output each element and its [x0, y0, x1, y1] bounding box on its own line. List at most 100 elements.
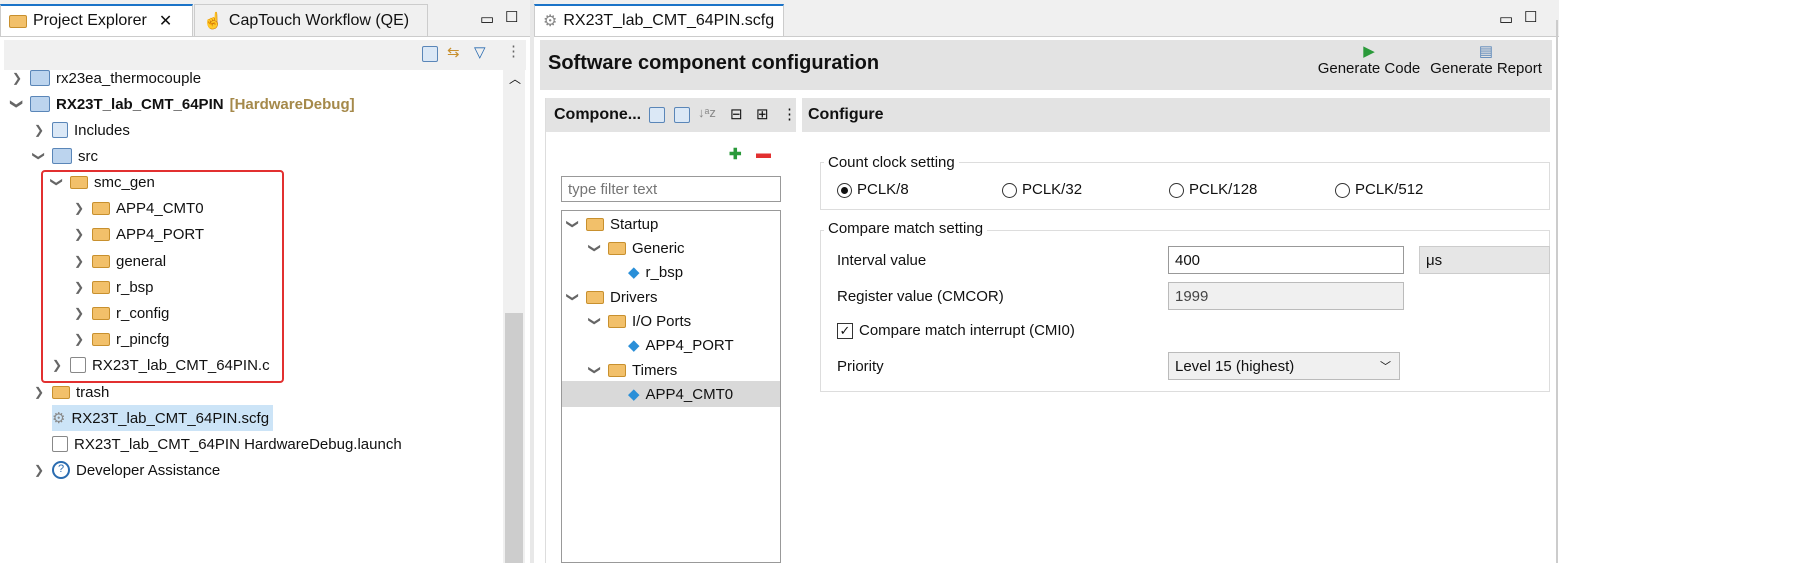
radio-unchecked[interactable] [1335, 182, 1350, 198]
tree-item[interactable]: ❯ r_bsp [72, 274, 154, 300]
chevron-right-icon[interactable]: ❯ [72, 332, 86, 346]
chevron-down-icon[interactable]: ❯ [10, 97, 24, 111]
chevron-right-icon[interactable]: ❯ [72, 280, 86, 294]
chevron-right-icon[interactable]: ❯ [72, 201, 86, 215]
radio-pclk128[interactable]: PCLK/128 [1169, 181, 1257, 198]
link-editor-icon[interactable]: ⇆ [447, 43, 460, 61]
tree-item[interactable]: ❯ APP4_PORT [72, 221, 204, 247]
interval-input[interactable]: 400 [1168, 246, 1404, 274]
interrupt-checkbox[interactable]: ✓ Compare match interrupt (CMI0) [837, 322, 1075, 339]
chevron-right-icon[interactable]: ❯ [32, 385, 46, 399]
tree-item-selected[interactable]: ⚙ RX23T_lab_CMT_64PIN.scfg [52, 405, 274, 431]
radio-unchecked[interactable] [1002, 182, 1017, 198]
chevron-right-icon[interactable]: ❯ [72, 227, 86, 241]
chevron-right-icon[interactable]: ❯ [32, 123, 46, 137]
configure-header: Configure [802, 98, 1550, 132]
label: APP4_CMT0 [116, 199, 204, 217]
tree-item[interactable]: ❯ src [32, 143, 98, 169]
tree-item[interactable]: ❯ smc_gen [50, 169, 155, 195]
view-menu-icon[interactable]: ⋮ [506, 42, 521, 60]
tree-item[interactable]: ❯ RX23T_lab_CMT_64PIN [HardwareDebug] [10, 91, 355, 117]
scroll-thumb[interactable] [505, 313, 523, 563]
scroll-up-icon[interactable]: ︿ [509, 70, 521, 87]
generate-report-button[interactable]: ▤ Generate Report [1428, 42, 1544, 77]
tree-item[interactable]: ❯ Includes [32, 117, 130, 143]
maximize-icon[interactable]: ☐ [505, 8, 518, 26]
folder-icon [586, 290, 604, 304]
radio-pclk8[interactable]: PCLK/8 [837, 181, 909, 198]
maximize-icon[interactable]: ☐ [1524, 8, 1537, 26]
radio-pclk512[interactable]: PCLK/512 [1335, 181, 1423, 198]
expand-icon[interactable]: ⊞ [756, 105, 769, 123]
close-icon[interactable]: ✕ [159, 11, 172, 31]
tab-project-explorer[interactable]: Project Explorer ✕ [0, 4, 193, 36]
explorer-scrollbar[interactable]: ︿ [503, 70, 525, 563]
checkbox-checked[interactable]: ✓ [837, 322, 853, 339]
generate-code-button[interactable]: ▶ Generate Code [1316, 42, 1422, 77]
chevron-down-icon[interactable]: ❯ [32, 149, 46, 163]
chevron-down-icon[interactable]: ❯ [588, 241, 602, 255]
tree-item[interactable]: ◆ r_bsp [628, 259, 683, 285]
chevron-down-icon[interactable]: ❯ [566, 290, 580, 304]
tab-label: Project Explorer [33, 12, 147, 29]
export-icon[interactable] [674, 107, 690, 123]
label: Developer Assistance [76, 461, 221, 479]
editor-right-border [1556, 20, 1558, 563]
chevron-right-icon[interactable]: ❯ [10, 71, 24, 85]
chevron-down-icon[interactable]: ❯ [566, 217, 580, 231]
tree-item[interactable]: ❯? Developer Assistance [32, 457, 220, 483]
label: PCLK/8 [857, 181, 909, 198]
radio-pclk32[interactable]: PCLK/32 [1002, 181, 1082, 198]
add-component-icon[interactable]: ✚ [729, 145, 742, 163]
folder-icon [608, 363, 626, 377]
label: APP4_PORT [116, 225, 205, 243]
radio-unchecked[interactable] [1169, 182, 1184, 198]
chevron-right-icon[interactable]: ❯ [72, 306, 86, 320]
chevron-right-icon[interactable]: ❯ [50, 358, 64, 372]
folder-icon [92, 306, 110, 320]
tree-item[interactable]: ❯ Startup [566, 211, 658, 237]
filter-input[interactable] [561, 176, 781, 202]
tree-item[interactable]: ❯ Generic [588, 235, 685, 261]
chevron-down-icon[interactable]: ❯ [50, 175, 64, 189]
remove-component-icon[interactable]: ▬ [756, 145, 771, 162]
import-icon[interactable] [649, 107, 665, 123]
sort-az-icon[interactable]: ↓ᵃz [698, 105, 716, 120]
collapse-all-icon[interactable] [422, 46, 438, 62]
divider [530, 0, 534, 563]
tree-item[interactable]: ❯ RX23T_lab_CMT_64PIN.c [50, 352, 270, 378]
tab-scfg[interactable]: ⚙ RX23T_lab_CMT_64PIN.scfg [534, 4, 784, 36]
tree-item[interactable]: ❯ r_pincfg [72, 326, 169, 352]
tree-item[interactable]: ❯ rx23ea_thermocouple [10, 65, 201, 91]
tab-captouch-workflow[interactable]: ☝ CapTouch Workflow (QE) [194, 4, 428, 36]
chevron-right-icon[interactable]: ❯ [72, 254, 86, 268]
priority-select[interactable]: Level 15 (highest) ﹀ [1168, 352, 1400, 380]
editor-tabbar: ⚙ RX23T_lab_CMT_64PIN.scfg ▭ ☐ [534, 0, 1559, 37]
unit-select[interactable]: μs [1419, 246, 1550, 274]
label: PCLK/128 [1189, 181, 1258, 198]
chevron-right-icon[interactable]: ❯ [32, 463, 46, 477]
tree-item[interactable]: ❯ APP4_CMT0 [72, 195, 204, 221]
chevron-down-icon[interactable]: ❯ [588, 314, 602, 328]
tree-item[interactable]: ❯ trash [32, 379, 109, 405]
label: Drivers [610, 288, 658, 306]
component-tree: ❯ Startup ❯ Generic ◆ r_bsp ❯ Drivers ❯ I/O P… [561, 210, 781, 563]
minimize-icon[interactable]: ▭ [1499, 10, 1513, 28]
tree-item-selected[interactable]: ◆ APP4_CMT0 [562, 381, 780, 407]
tree-item[interactable]: ◆ APP4_PORT [628, 332, 734, 358]
tree-item[interactable]: ❯ Drivers [566, 284, 658, 310]
tree-item[interactable]: ❯ r_config [72, 300, 169, 326]
minimize-icon[interactable]: ▭ [480, 10, 494, 28]
tree-item[interactable]: ❯ Timers [588, 357, 677, 383]
filter-icon[interactable]: ▽ [474, 43, 486, 61]
editor-header: Software component configuration ▶ Gener… [540, 40, 1552, 90]
tree-item[interactable]: ❯ general [72, 248, 166, 274]
collapse-icon[interactable]: ⊟ [730, 105, 743, 123]
more-icon[interactable]: ⋮ [782, 105, 797, 123]
project-icon [30, 96, 50, 112]
chevron-down-icon[interactable]: ❯ [588, 363, 602, 377]
folder-icon [92, 227, 110, 241]
radio-checked[interactable] [837, 182, 852, 198]
tree-item[interactable]: ❯ I/O Ports [588, 308, 691, 334]
tree-item[interactable]: RX23T_lab_CMT_64PIN HardwareDebug.launch [52, 431, 402, 457]
